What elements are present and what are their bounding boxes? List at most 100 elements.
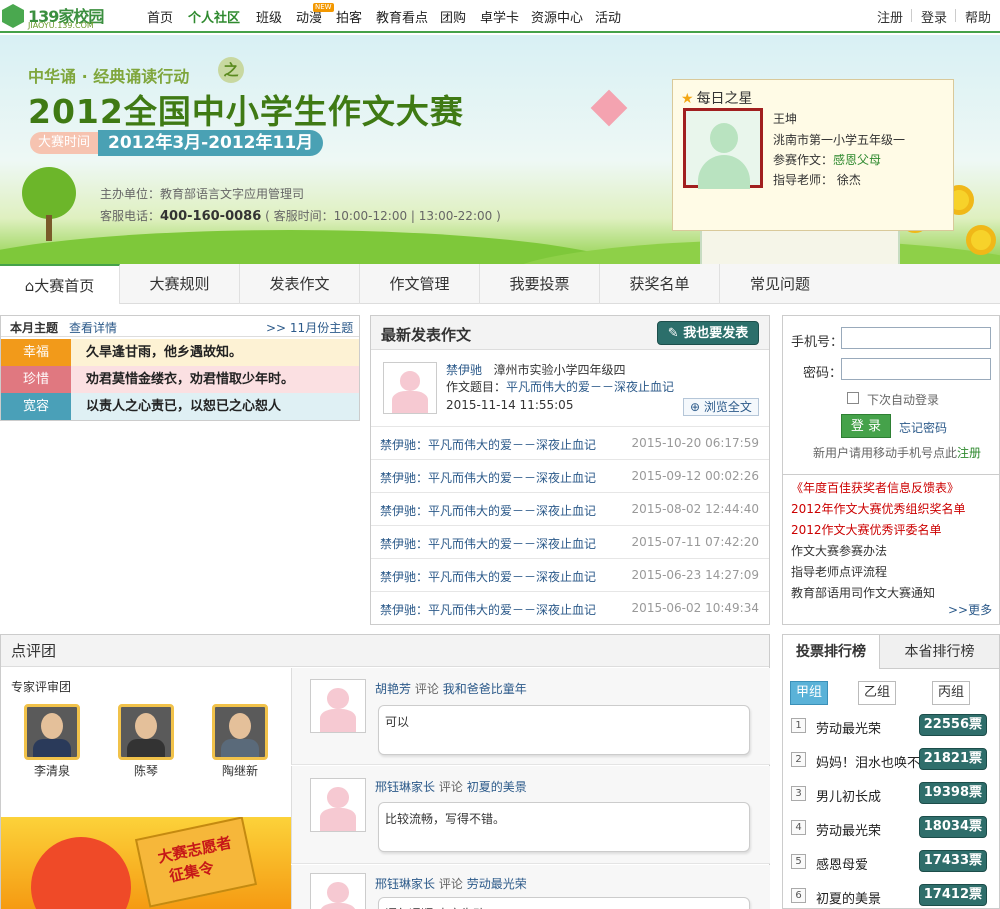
- site-logo[interactable]: 139家校园 JIAOYU.139.COM: [0, 2, 120, 30]
- nav-home[interactable]: 首页: [147, 7, 173, 26]
- rank-essay[interactable]: 劳动最光荣: [816, 820, 926, 839]
- notice-item[interactable]: 教育部语用司作文大赛通知: [791, 584, 935, 601]
- group-c-button[interactable]: 丙组: [932, 681, 970, 705]
- essay-list-item[interactable]: 禁伊驰：平凡而伟大的爱－－深夜止血记 2015-07-11 07:42:20: [371, 525, 769, 558]
- ranking-row[interactable]: 3 男儿初长成 19398票: [783, 778, 999, 812]
- essay-list-item[interactable]: 禁伊驰：平凡而伟大的爱－－深夜止血记 2015-06-23 14:27:09: [371, 558, 769, 591]
- expert-avatar[interactable]: [24, 704, 80, 760]
- expert-name[interactable]: 李清泉: [22, 762, 82, 779]
- commenter-avatar[interactable]: [310, 778, 366, 832]
- nav-education[interactable]: 教育看点: [376, 7, 428, 26]
- daily-star-card: ★ 每日之星 王坤 洮南市第一小学五年级一 参赛作文：感恩父母 指导老师： 徐杰: [672, 79, 954, 231]
- latest-header: 最新发表作文 ✎ 我也要发表: [371, 316, 769, 350]
- tab-winners[interactable]: 获奖名单: [600, 264, 720, 304]
- nav-resources[interactable]: 资源中心: [531, 7, 583, 26]
- vote-count[interactable]: 21821票: [918, 748, 987, 770]
- commented-essay[interactable]: 初夏的美景: [467, 780, 527, 794]
- notice-item[interactable]: 指导老师点评流程: [791, 563, 887, 580]
- theme-quote: 以责人之心责已，以恕已之心恕人: [86, 399, 282, 414]
- login-button[interactable]: 登 录: [841, 414, 891, 438]
- commenter-name[interactable]: 胡艳芳: [375, 682, 411, 696]
- expert-avatar[interactable]: [118, 704, 174, 760]
- divider: [911, 9, 912, 22]
- essay-list-item[interactable]: 禁伊驰：平凡而伟大的爱－－深夜止血记 2015-08-02 12:44:40: [371, 492, 769, 525]
- tab-manage[interactable]: 作文管理: [360, 264, 480, 304]
- group-a-button[interactable]: 甲组: [790, 681, 828, 705]
- expert-name[interactable]: 陶继新: [210, 762, 270, 779]
- rank-essay[interactable]: 劳动最光荣: [816, 718, 926, 737]
- featured-essay-link[interactable]: 平凡而伟大的爱－－深夜止血记: [506, 380, 674, 394]
- rank-essay[interactable]: 初夏的美景: [816, 888, 926, 907]
- tab-rules[interactable]: 大赛规则: [120, 264, 240, 304]
- commenter-avatar[interactable]: [310, 679, 366, 733]
- commenter-name[interactable]: 邢钰琳家长: [375, 877, 435, 891]
- forgot-password-link[interactable]: 忘记密码: [899, 419, 947, 436]
- tab-vote-ranking[interactable]: 投票排行榜: [783, 635, 879, 669]
- tab-home[interactable]: ⌂大赛首页: [0, 264, 120, 304]
- commented-essay[interactable]: 劳动最光荣: [467, 877, 527, 891]
- author-avatar[interactable]: [383, 362, 437, 414]
- expert-avatar[interactable]: [212, 704, 268, 760]
- vote-count[interactable]: 17412票: [918, 884, 987, 906]
- essay-list-item[interactable]: 禁伊驰：平凡而伟大的爱－－深夜止血记 2015-06-02 10:49:34: [371, 591, 769, 624]
- essay-list-item[interactable]: 禁伊驰：平凡而伟大的爱－－深夜止血记 2015-09-12 00:02:26: [371, 459, 769, 492]
- next-theme-link[interactable]: >> 11月份主题: [266, 319, 353, 336]
- publish-button[interactable]: ✎ 我也要发表: [657, 321, 759, 345]
- more-link[interactable]: >>更多: [948, 601, 992, 618]
- vote-count[interactable]: 18034票: [918, 816, 987, 838]
- expert-name[interactable]: 陈琴: [116, 762, 176, 779]
- rank-essay[interactable]: 感恩母爱: [816, 854, 926, 873]
- nav-community[interactable]: 个人社区: [188, 7, 240, 26]
- notice-item[interactable]: 《年度百佳获奖者信息反馈表》: [791, 479, 959, 496]
- tab-vote[interactable]: 我要投票: [480, 264, 600, 304]
- nav-groupbuy[interactable]: 团购: [440, 7, 466, 26]
- ranking-row[interactable]: 6 初夏的美景 17412票: [783, 880, 999, 909]
- date-label: 大赛时间: [30, 132, 99, 154]
- comment-header: 邢钰琳家长 评论 初夏的美景: [375, 778, 527, 795]
- ranking-row[interactable]: 4 劳动最光荣 18034票: [783, 812, 999, 846]
- remember-label: 下次自动登录: [867, 393, 940, 407]
- notice-item[interactable]: 作文大赛参赛办法: [791, 542, 887, 559]
- help-link[interactable]: 帮助: [965, 7, 991, 26]
- vote-count[interactable]: 19398票: [918, 782, 987, 804]
- essay-list-item[interactable]: 禁伊驰：平凡而伟大的爱－－深夜止血记 2015-10-20 06:17:59: [371, 426, 769, 459]
- comment-text: 比较流畅，写得不错。: [378, 802, 750, 852]
- ranking-row[interactable]: 1 劳动最光荣 22556票: [783, 710, 999, 744]
- home-icon: ⌂: [24, 277, 35, 295]
- nav-card[interactable]: 卓学卡: [480, 7, 519, 26]
- nav-class[interactable]: 班级: [256, 7, 282, 26]
- featured-essay-label: 作文题目：: [446, 380, 507, 394]
- tab-publish[interactable]: 发表作文: [240, 264, 360, 304]
- register-link[interactable]: 注册: [877, 7, 903, 26]
- star-essay-link[interactable]: 感恩父母: [833, 153, 881, 167]
- tree-icon: [22, 167, 76, 219]
- group-b-button[interactable]: 乙组: [858, 681, 896, 705]
- ranking-row[interactable]: 5 感恩母爱 17433票: [783, 846, 999, 880]
- service-hours: ( 客服时间：10:00-12:00 | 13:00-22:00 ): [265, 209, 501, 223]
- rank-essay[interactable]: 妈妈！泪水也唤不回: [816, 752, 926, 771]
- theme-detail-link[interactable]: 查看详情: [69, 319, 117, 336]
- commented-essay[interactable]: 我和爸爸比童年: [443, 682, 527, 696]
- password-input[interactable]: [841, 358, 991, 380]
- notice-item[interactable]: 2012作文大赛优秀评委名单: [791, 521, 942, 538]
- notice-item[interactable]: 2012年作文大赛优秀组织奖名单: [791, 500, 966, 517]
- volunteer-banner[interactable]: 大赛志愿者 征集令: [1, 817, 291, 909]
- logo-mark-icon: [2, 4, 24, 28]
- star-photo[interactable]: [683, 108, 763, 189]
- nav-activity[interactable]: 活动: [595, 7, 621, 26]
- commenter-avatar[interactable]: [310, 873, 366, 909]
- vote-count[interactable]: 17433票: [918, 850, 987, 872]
- register-hint-link[interactable]: 注册: [957, 446, 981, 460]
- vote-count[interactable]: 22556票: [918, 714, 987, 736]
- rank-essay[interactable]: 男儿初长成: [816, 786, 926, 805]
- remember-checkbox[interactable]: [847, 392, 859, 404]
- featured-author[interactable]: 禁伊驰: [446, 363, 482, 377]
- nav-paike[interactable]: 拍客: [336, 7, 362, 26]
- ranking-row[interactable]: 2 妈妈！泪水也唤不回 21821票: [783, 744, 999, 778]
- login-link[interactable]: 登录: [921, 7, 947, 26]
- tab-faq[interactable]: 常见问题: [720, 264, 840, 304]
- phone-input[interactable]: [841, 327, 991, 349]
- tab-province-ranking[interactable]: 本省排行榜: [879, 635, 999, 669]
- commenter-name[interactable]: 邢钰琳家长: [375, 780, 435, 794]
- browse-full-button[interactable]: ⊕ 浏览全文: [683, 398, 759, 416]
